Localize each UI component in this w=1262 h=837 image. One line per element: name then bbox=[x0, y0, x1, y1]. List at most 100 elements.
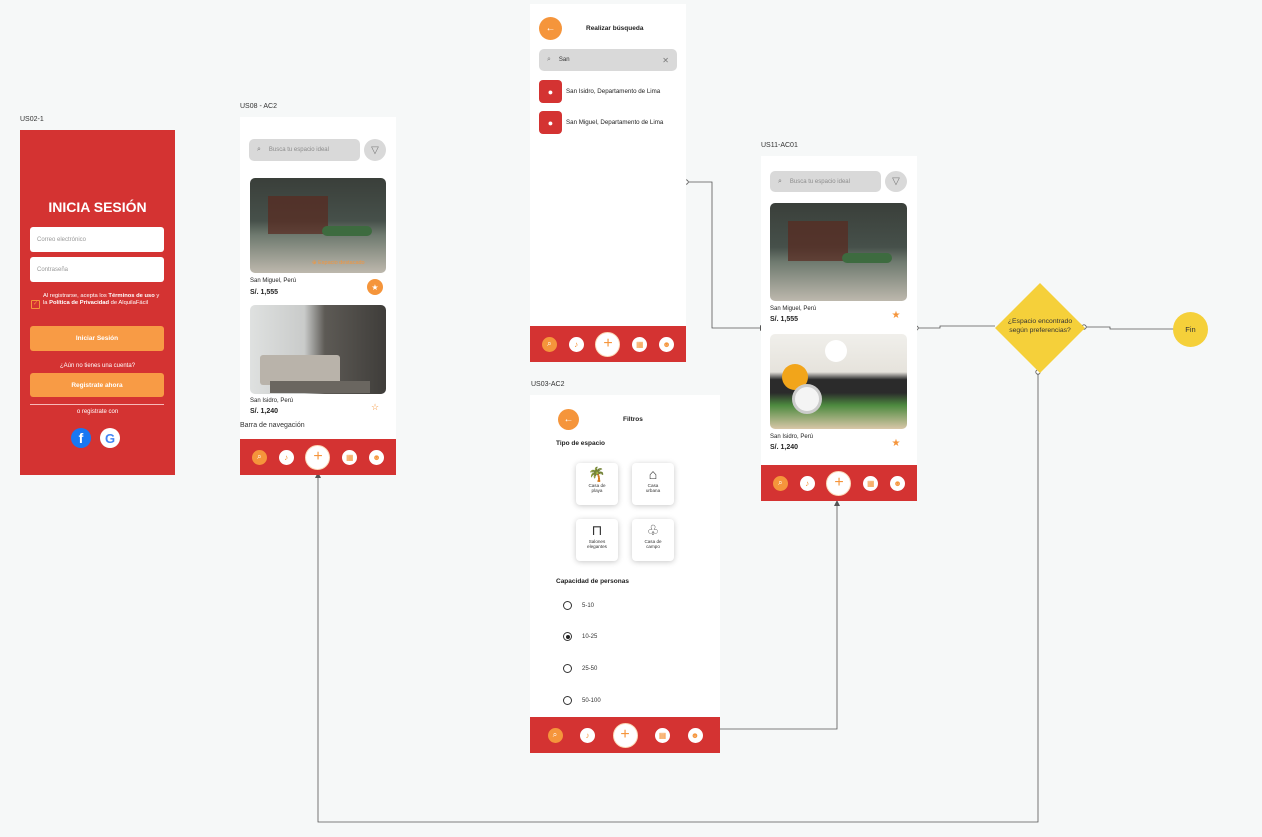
nav-add-icon[interactable]: + bbox=[826, 470, 852, 496]
nav-profile-icon[interactable]: ☻ bbox=[687, 727, 703, 743]
nav-calendar-icon[interactable]: ▦ bbox=[655, 727, 670, 743]
search-result-1[interactable]: San Isidro, Departamento de Lima bbox=[566, 88, 660, 95]
type-label-line2: playa bbox=[591, 488, 603, 493]
facebook-icon[interactable]: f bbox=[71, 428, 91, 448]
end-node: Fin bbox=[1173, 312, 1208, 347]
filter-icon[interactable]: ▽ bbox=[364, 139, 386, 161]
radio-button[interactable] bbox=[563, 601, 572, 610]
type-label-line2: campo bbox=[646, 544, 660, 549]
capacity-option-1[interactable]: 5-10 bbox=[563, 601, 594, 610]
nav-calendar-icon[interactable]: ▦ bbox=[863, 475, 879, 491]
type-label-line2: elegantes bbox=[587, 544, 607, 549]
terms-link[interactable]: Términos de uso bbox=[108, 293, 154, 299]
privacy-link[interactable]: Política de Privacidad bbox=[49, 300, 109, 306]
favorite-star-icon[interactable]: ★ bbox=[367, 279, 383, 295]
google-icon[interactable]: G bbox=[100, 428, 120, 448]
nav-add-icon[interactable]: + bbox=[612, 722, 638, 748]
nav-bell-icon[interactable]: ♪ bbox=[278, 449, 294, 465]
connector-search-to-results bbox=[686, 181, 760, 329]
terms-post: de AlquilaFácil bbox=[109, 300, 149, 306]
nav-bell-icon[interactable]: ♪ bbox=[568, 336, 584, 352]
no-account-text: ¿Aún no tienes una cuenta? bbox=[59, 363, 136, 369]
frame-label-results: US11-AC01 bbox=[761, 142, 798, 149]
type-card-salons[interactable]: ⊓ Salones elegantes bbox=[576, 519, 618, 561]
search-title: Realizar búsqueda bbox=[586, 25, 644, 32]
nav-profile-icon[interactable]: ☻ bbox=[369, 449, 385, 465]
frame-label-filters: US03-AC2 bbox=[531, 381, 565, 388]
password-field[interactable]: Contraseña bbox=[30, 257, 164, 282]
capacity-label: 10-25 bbox=[582, 633, 598, 640]
results-screen: ⌕ Busca tu espacio ideal ▽ San Miguel, P… bbox=[761, 156, 917, 501]
capacity-option-4[interactable]: 50-100 bbox=[563, 696, 601, 705]
nav-search-icon[interactable]: ⌕ bbox=[541, 336, 557, 352]
type-card-country[interactable]: ♧ Casa de campo bbox=[632, 519, 674, 561]
login-title: INICIA SESIÓN bbox=[48, 199, 147, 215]
result-location-2: San Isidro, Perú bbox=[770, 434, 814, 440]
filter-icon[interactable]: ▽ bbox=[885, 171, 907, 192]
favorite-star-outline-icon[interactable]: ☆ bbox=[367, 399, 383, 415]
radio-button[interactable] bbox=[563, 664, 572, 673]
email-field[interactable]: Correo electrónico bbox=[30, 227, 164, 252]
field-icon: ♧ bbox=[646, 522, 660, 538]
capacity-heading: Capacidad de personas bbox=[556, 578, 629, 585]
favorite-star-icon[interactable]: ★ bbox=[889, 436, 903, 450]
palm-tree-icon: 🌴 bbox=[588, 466, 606, 482]
nav-add-icon[interactable]: + bbox=[595, 331, 621, 357]
search-query-input[interactable]: ⌕ San ✕ bbox=[539, 49, 677, 71]
register-button[interactable]: Registrate ahora bbox=[30, 373, 164, 397]
result-photo-2[interactable] bbox=[770, 334, 907, 429]
favorite-star-icon[interactable]: ★ bbox=[889, 308, 903, 322]
nav-profile-icon[interactable]: ☻ bbox=[890, 475, 906, 491]
nav-search-icon[interactable]: ⌕ bbox=[547, 727, 563, 743]
radio-button-selected[interactable] bbox=[563, 632, 572, 641]
search-query: San bbox=[558, 57, 570, 63]
photo-wall bbox=[788, 221, 848, 261]
listing-photo-2[interactable] bbox=[250, 305, 386, 394]
back-arrow-icon[interactable]: ← bbox=[558, 409, 579, 430]
nav-bell-icon[interactable]: ♪ bbox=[580, 727, 595, 743]
back-arrow-icon[interactable]: ← bbox=[539, 17, 562, 40]
login-button[interactable]: Iniciar Sesión bbox=[30, 326, 164, 351]
bottom-navbar: ⌕ ♪ + ▦ ☻ bbox=[240, 439, 396, 475]
radio-button[interactable] bbox=[563, 696, 572, 705]
capacity-label: 5-10 bbox=[582, 602, 595, 609]
type-card-beach[interactable]: 🌴 Casa de playa bbox=[576, 463, 618, 505]
nav-profile-icon[interactable]: ☻ bbox=[659, 336, 675, 352]
search-result-2[interactable]: San Miguel, Departamento de Lima bbox=[566, 119, 663, 126]
armchair-icon: ⊓ bbox=[591, 522, 603, 538]
capacity-label: 50-100 bbox=[582, 697, 601, 704]
result-price-2: S/. 1,240 bbox=[770, 444, 799, 451]
frame-label-home: US08 - AC2 bbox=[240, 103, 277, 110]
nav-search-icon[interactable]: ⌕ bbox=[251, 449, 267, 465]
nav-add-icon[interactable]: + bbox=[305, 444, 331, 470]
nav-calendar-icon[interactable]: ▦ bbox=[632, 336, 648, 352]
decision-label: ¿Espacio encontrado según preferencias? bbox=[995, 318, 1085, 335]
photo-rug bbox=[270, 381, 370, 393]
terms-checkbox[interactable]: ✓ bbox=[31, 300, 40, 309]
search-icon: ⌕ bbox=[778, 177, 782, 185]
listing-price-1: S/. 1,555 bbox=[250, 289, 279, 296]
listing-location-1: San Miguel, Perú bbox=[250, 278, 297, 284]
home-search-input[interactable]: ⌕ Busca tu espacio ideal bbox=[249, 139, 360, 161]
capacity-option-2[interactable]: 10-25 bbox=[563, 632, 597, 641]
nav-calendar-icon[interactable]: ▦ bbox=[342, 449, 358, 465]
results-search-input[interactable]: ⌕ Busca tu espacio ideal bbox=[770, 171, 881, 192]
frame-label-login: US02-1 bbox=[20, 116, 44, 123]
listing-photo-1[interactable]: ⊕ Espacio destacado bbox=[250, 178, 386, 273]
result-photo-1[interactable] bbox=[770, 203, 907, 301]
location-pin-icon: ● bbox=[539, 80, 562, 103]
photo-planter bbox=[842, 253, 892, 263]
clear-icon[interactable]: ✕ bbox=[662, 56, 669, 65]
bottom-navbar: ⌕ ♪ + ▦ ☻ bbox=[530, 326, 686, 362]
nav-bell-icon[interactable]: ♪ bbox=[799, 475, 815, 491]
photo-wall bbox=[268, 196, 328, 234]
capacity-option-3[interactable]: 25-50 bbox=[563, 664, 597, 673]
search-screen: ← Realizar búsqueda ⌕ San ✕ ● San Isidro… bbox=[530, 4, 686, 362]
divider bbox=[30, 404, 164, 405]
featured-tag: ⊕ Espacio destacado bbox=[312, 260, 365, 266]
featured-tag-text: Espacio destacado bbox=[318, 260, 365, 266]
connector-decision-to-end bbox=[1084, 326, 1175, 330]
type-card-urban[interactable]: ⌂ Casa urbana bbox=[632, 463, 674, 505]
nav-search-icon[interactable]: ⌕ bbox=[772, 475, 788, 491]
bottom-navbar: ⌕ ♪ + ▦ ☻ bbox=[530, 717, 720, 753]
